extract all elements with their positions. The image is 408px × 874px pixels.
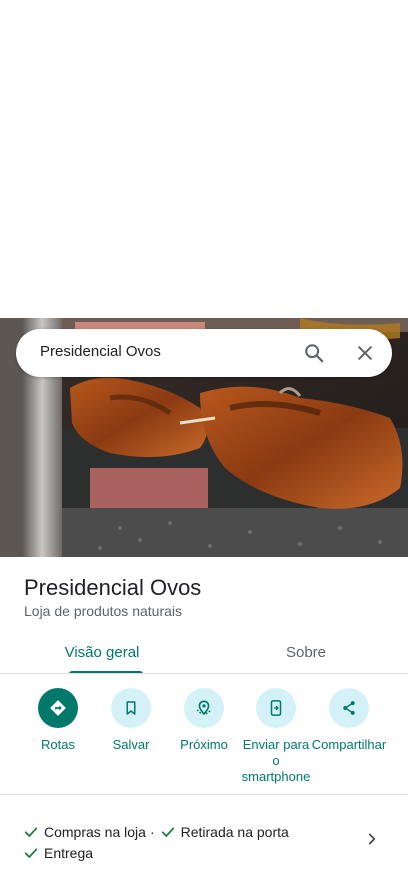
service-option: Entrega — [44, 845, 94, 861]
send-to-phone-label: Enviar para o smartphone — [241, 737, 311, 784]
search-input[interactable]: Presidencial Ovos — [40, 343, 161, 360]
bookmark-icon — [111, 688, 151, 728]
send-to-phone-icon — [256, 688, 296, 728]
check-icon — [22, 823, 40, 841]
directions-icon — [38, 688, 78, 728]
service-option: Compras na loja — [44, 824, 146, 840]
place-title: Presidencial Ovos — [24, 575, 202, 600]
chevron-right-icon[interactable] — [362, 829, 382, 849]
tab-overview[interactable]: Visão geral — [0, 630, 204, 674]
close-icon[interactable] — [353, 341, 377, 365]
share-button[interactable]: Compartilhar — [309, 688, 389, 753]
check-icon — [159, 823, 177, 841]
place-category[interactable]: Loja de produtos naturais — [24, 603, 182, 619]
directions-button[interactable]: Rotas — [18, 688, 98, 753]
divider — [0, 794, 408, 795]
service-options-line: Compras na loja · Retirada na porta — [22, 823, 289, 841]
save-button[interactable]: Salvar — [91, 688, 171, 753]
share-label: Compartilhar — [311, 737, 387, 752]
search-icon[interactable] — [302, 341, 326, 365]
check-icon — [22, 844, 40, 862]
directions-label: Rotas — [41, 737, 75, 752]
place-details-page: Presidencial Ovos Presidencial Ovos Loja… — [0, 0, 408, 874]
service-options-line: Entrega — [22, 844, 93, 862]
share-icon — [329, 688, 369, 728]
service-options-row[interactable]: Compras na loja · Retirada na porta Entr… — [0, 812, 408, 872]
tab-about[interactable]: Sobre — [204, 630, 408, 674]
separator: · — [149, 824, 155, 840]
map-area[interactable] — [0, 0, 408, 318]
action-buttons: Rotas Salvar Próximo Enviar para o smart… — [0, 688, 408, 788]
nearby-label: Próximo — [180, 737, 228, 752]
tab-bar: Visão geral Sobre — [0, 630, 408, 674]
nearby-icon — [184, 688, 224, 728]
divider — [0, 673, 408, 674]
search-bar[interactable]: Presidencial Ovos — [16, 329, 392, 377]
service-option: Retirada na porta — [180, 824, 289, 840]
send-to-phone-button[interactable]: Enviar para o smartphone — [236, 688, 316, 785]
nearby-button[interactable]: Próximo — [164, 688, 244, 753]
save-label: Salvar — [112, 737, 150, 752]
